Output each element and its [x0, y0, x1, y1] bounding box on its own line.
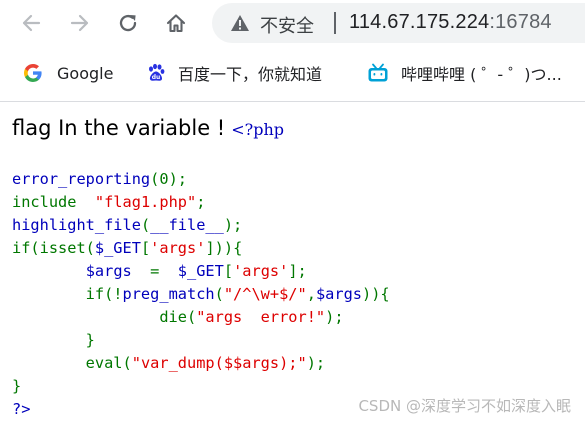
code-token: ( [214, 285, 224, 303]
code-token: $args [85, 262, 151, 280]
reload-icon [119, 14, 137, 32]
code-token: (0); [150, 170, 187, 188]
code-token: "args error!" [196, 308, 326, 326]
code-token: $_GET [177, 262, 224, 280]
code-token: } [12, 377, 22, 395]
code-token: $args [315, 285, 363, 303]
bookmark-baidu[interactable]: du 百度一下，你就知道 [146, 60, 322, 86]
browser-chrome: 不安全 114.67.175.224:16784 Google du 百度一下， [0, 0, 585, 102]
reload-button[interactable] [111, 6, 145, 40]
code-line: die("args error!"); [12, 306, 390, 329]
bilibili-tv-icon [368, 63, 388, 82]
url-port: :16784 [489, 11, 552, 33]
code-token: "var_dump($$args);" [131, 354, 307, 372]
heading-line: flag In the variable ! <?php [12, 116, 284, 140]
code-line: include "flag1.php"; [12, 191, 390, 214]
svg-text:du: du [152, 74, 161, 81]
code-line: } [12, 329, 390, 352]
bookmark-label: 哔哩哔哩 ( ゜- ゜)つ... [401, 65, 562, 84]
code-token: "flag1.php" [94, 193, 197, 211]
code-token: )){ [362, 285, 390, 303]
code-token: eval( [12, 354, 132, 372]
code-token: "/^\w+$/" [223, 285, 307, 303]
csdn-watermark: CSDN @深度学习不如深度入眠 [358, 397, 571, 415]
code-token: ); [325, 308, 344, 326]
php-open-tag: <?php [231, 120, 285, 139]
code-token: [ [140, 239, 151, 257]
code-line: if(isset($_GET['args'])){ [12, 237, 390, 260]
code-token: ( [140, 216, 151, 234]
code-token: highlight_file [12, 216, 141, 234]
code-token: ?> [12, 400, 31, 418]
code-line: ?> [12, 398, 390, 421]
code-line: eval("var_dump($$args);"); [12, 352, 390, 375]
arrow-right-icon [70, 14, 89, 32]
address-divider [334, 12, 336, 34]
code-token: preg_match [122, 285, 215, 303]
code-token: error_reporting [12, 170, 151, 188]
code-token: [ [223, 262, 234, 280]
code-token: die( [12, 308, 197, 326]
code-token: ); [306, 354, 326, 372]
url-host: 114.67.175.224 [349, 11, 490, 33]
bookmark-label: Google [57, 63, 114, 83]
code-token: , [306, 285, 316, 303]
home-icon [166, 14, 186, 33]
code-line: } [12, 375, 390, 398]
code-token: = [150, 262, 178, 280]
code-token: ])){ [205, 239, 243, 257]
code-token: } [12, 331, 95, 349]
code-token: if(! [12, 285, 123, 303]
code-token: ]; [288, 262, 307, 280]
bookmarks-bar: Google du 百度一下，你就知道 哔哩哔哩 ( ゜- ゜)つ... [0, 52, 585, 94]
url-text[interactable]: 114.67.175.224:16784 [349, 11, 552, 34]
baidu-paw-icon: du [149, 63, 165, 81]
code-token: 'args' [233, 262, 289, 280]
bookmark-google[interactable]: Google [23, 60, 113, 86]
page-content: flag In the variable ! <?php error_report… [0, 102, 585, 424]
page-heading: flag In the variable ! [12, 116, 226, 140]
code-line: error_reporting(0); [12, 168, 390, 191]
code-token: ; [196, 193, 206, 211]
php-source-code: error_reporting(0); include "flag1.php"; h… [12, 168, 390, 421]
address-bar[interactable]: 不安全 114.67.175.224:16784 [212, 3, 585, 43]
code-token: $_GET [94, 239, 141, 257]
security-status-label[interactable]: 不安全 [260, 12, 314, 38]
code-line: highlight_file(__file__); [12, 214, 390, 237]
code-token: __file__ [150, 216, 224, 234]
code-token: if(isset( [12, 239, 95, 257]
bookmark-label: 百度一下，你就知道 [178, 65, 323, 84]
warning-triangle-icon[interactable] [230, 14, 250, 32]
code-token: ); [223, 216, 243, 234]
code-line: $args = $_GET['args']; [12, 260, 390, 283]
forward-button[interactable] [63, 6, 97, 40]
code-token: include [12, 193, 95, 211]
google-icon [24, 64, 42, 82]
back-button[interactable] [14, 6, 48, 40]
code-line: if(!preg_match("/^\w+$/",$args)){ [12, 283, 390, 306]
code-token: 'args' [150, 239, 206, 257]
arrow-left-icon [22, 14, 41, 32]
home-button[interactable] [159, 6, 193, 40]
bookmark-bilibili[interactable]: 哔哩哔哩 ( ゜- ゜)つ... [367, 60, 562, 86]
